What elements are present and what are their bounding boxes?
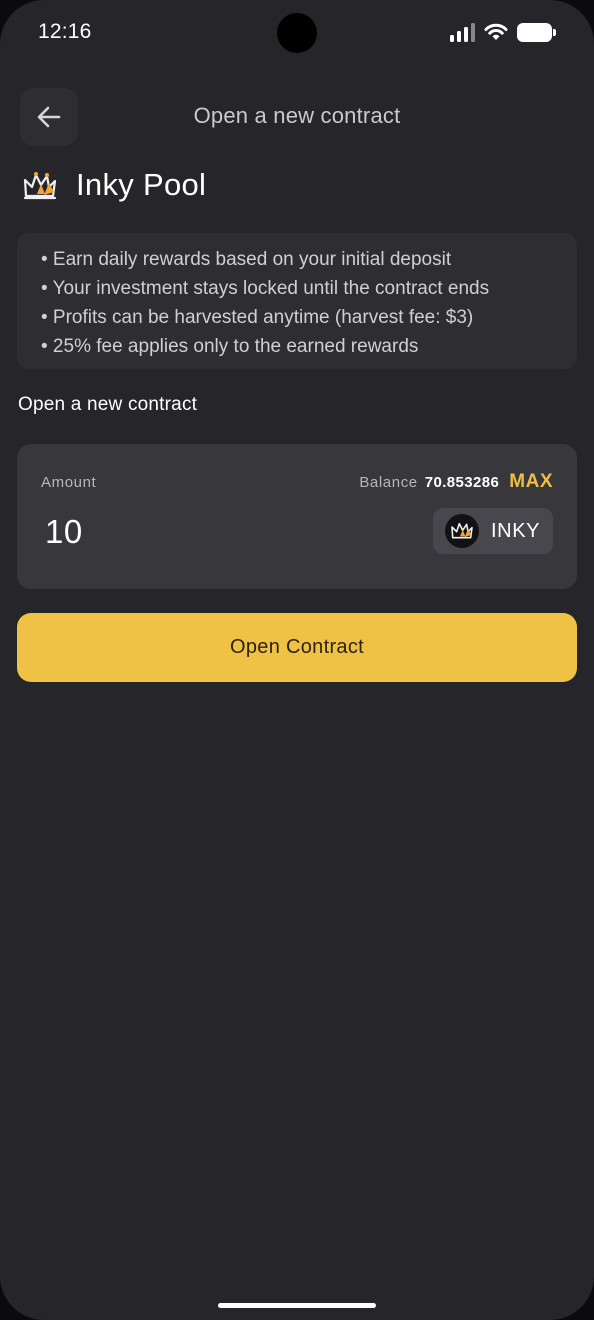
balance-value: 70.853286 — [424, 474, 500, 491]
crown-icon — [23, 172, 57, 200]
token-selector[interactable]: INKY — [433, 508, 553, 554]
wifi-icon — [484, 23, 508, 40]
section-title: Open a new contract — [18, 394, 198, 415]
front-camera — [277, 13, 317, 53]
home-indicator[interactable] — [218, 1303, 376, 1308]
status-time: 12:16 — [38, 20, 92, 43]
token-label: INKY — [491, 519, 541, 542]
balance-row: Balance 70.853286 MAX — [359, 471, 553, 493]
balance-label: Balance — [359, 474, 418, 491]
phone-screen: 12:16 Open a new contract Inky Pool • Ea… — [0, 0, 594, 1320]
open-contract-button[interactable]: Open Contract — [17, 613, 577, 682]
battery-icon — [517, 23, 556, 42]
pool-title: Inky Pool — [76, 167, 207, 202]
info-line: • 25% fee applies only to the earned rew… — [41, 336, 419, 357]
signal-icon — [450, 22, 476, 42]
info-line: • Profits can be harvested anytime (harv… — [41, 307, 474, 328]
max-button[interactable]: MAX — [509, 471, 553, 493]
info-line: • Earn daily rewards based on your initi… — [41, 249, 452, 270]
amount-card: Amount Balance 70.853286 MAX INKY — [17, 444, 577, 589]
amount-input[interactable] — [45, 510, 345, 554]
page-title: Open a new contract — [193, 103, 401, 128]
amount-label: Amount — [41, 474, 97, 491]
info-line: • Your investment stays locked until the… — [41, 278, 490, 299]
info-card: • Earn daily rewards based on your initi… — [17, 233, 577, 369]
token-crown-icon — [445, 514, 479, 548]
